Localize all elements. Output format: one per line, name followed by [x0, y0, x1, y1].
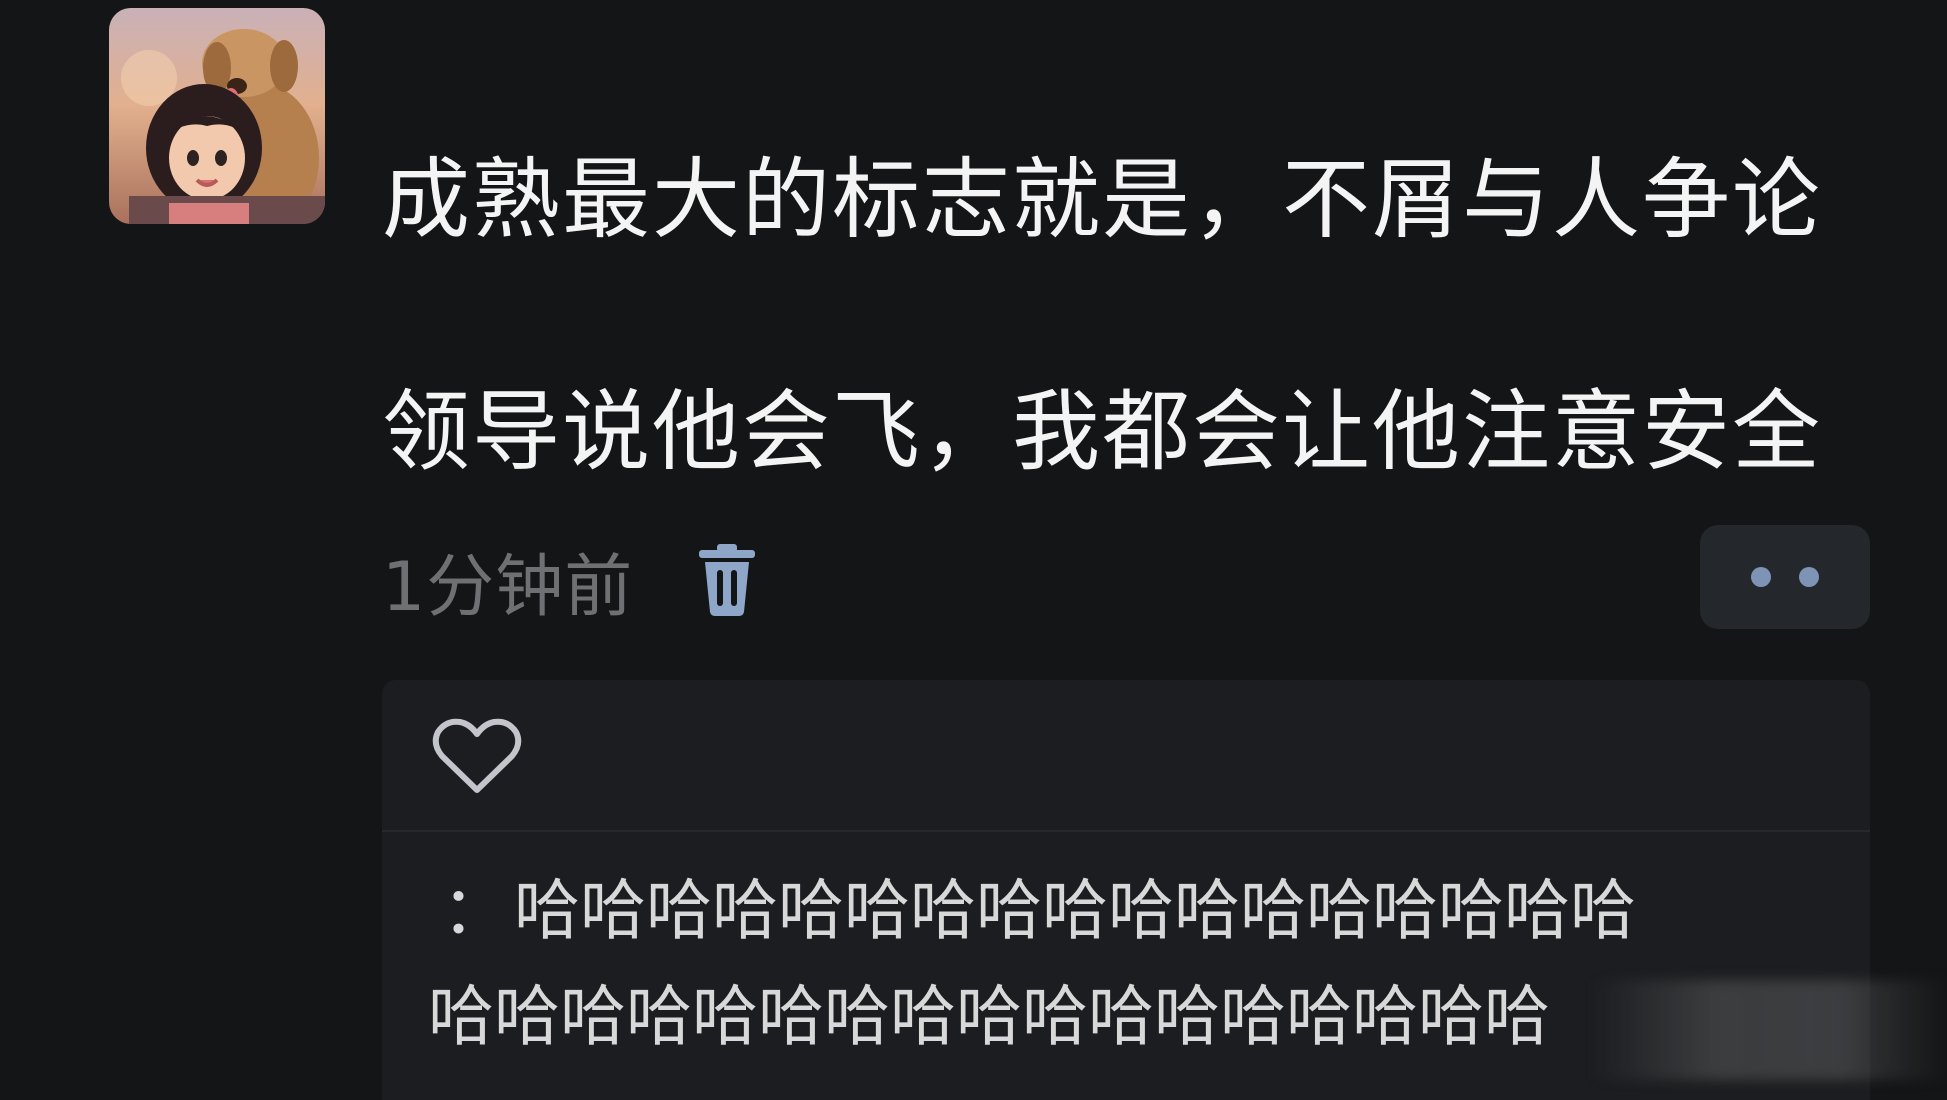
comment-separator: ：: [442, 872, 508, 949]
post-card: 成熟最大的标志就是，不屑与人争论 领导说他会飞，我都会让他注意安全 1分钟前 ：…: [0, 0, 1947, 1100]
more-dots-icon: [1799, 567, 1819, 587]
like-row: [382, 680, 1870, 832]
avatar-image: [109, 8, 325, 224]
more-dots-icon: [1751, 567, 1771, 587]
avatar[interactable]: [109, 8, 325, 224]
trash-icon: [699, 544, 756, 616]
post-content: 成熟最大的标志就是，不屑与人争论 领导说他会飞，我都会让他注意安全: [382, 138, 1882, 494]
more-button[interactable]: [1700, 525, 1870, 629]
watermark: [1590, 980, 1947, 1080]
timestamp: 1分钟前: [382, 547, 634, 627]
heart-outline-icon: [432, 718, 522, 793]
post-text-line: 成熟最大的标志就是，不屑与人争论: [382, 148, 1823, 251]
comment-line: ：哈哈哈哈哈哈哈哈哈哈哈哈哈哈哈哈哈: [428, 858, 1870, 964]
like-button[interactable]: [432, 716, 522, 796]
post-meta: 1分钟前: [382, 530, 759, 630]
delete-button[interactable]: [695, 543, 759, 617]
comment-text: 哈哈哈哈哈哈哈哈哈哈哈哈哈哈哈哈哈: [514, 872, 1636, 949]
post-text-line: 领导说他会飞，我都会让他注意安全: [382, 380, 1823, 483]
